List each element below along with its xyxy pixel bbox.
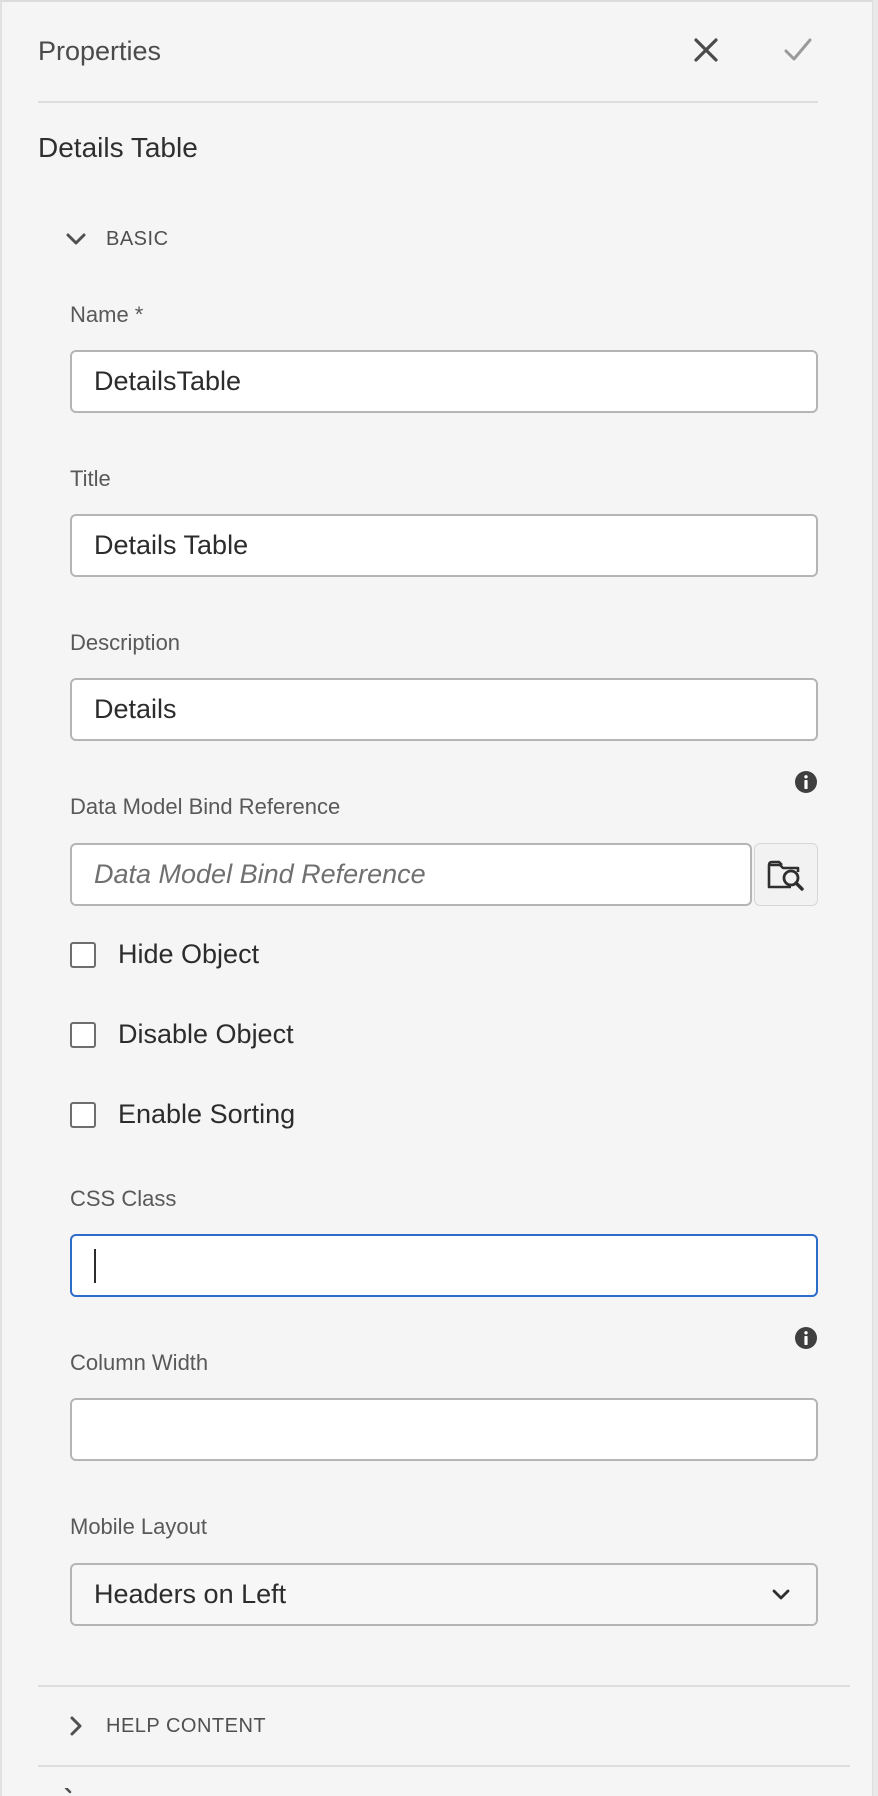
info-icon[interactable] [794,770,818,794]
basic-section-toggle[interactable]: BASIC [62,225,169,253]
name-label: Name * [70,302,144,327]
chevron-down-icon [772,1589,790,1599]
close-icon[interactable] [686,30,726,70]
description-input[interactable]: Details [70,678,818,741]
description-input-value: Details [94,694,177,724]
bind-reference-placeholder: Data Model Bind Reference [94,859,426,889]
properties-panel: Properties Details Table BASIC Name * De… [0,0,872,1796]
column-width-input[interactable] [70,1398,818,1461]
chevron-right-icon [64,1788,72,1794]
enable-sorting-checkbox[interactable]: Enable Sorting [70,1099,295,1130]
disable-object-checkbox[interactable]: Disable Object [70,1019,294,1050]
disable-object-box[interactable] [70,1021,96,1048]
mobile-layout-label: Mobile Layout [70,1514,207,1539]
header-divider [38,101,818,103]
basic-section-label: BASIC [106,227,169,250]
info-icon[interactable] [794,1326,818,1350]
panel-title: Properties [38,36,162,66]
column-width-label: Column Width [70,1350,209,1375]
chevron-down-icon [66,233,86,245]
name-input-value: DetailsTable [94,366,242,396]
title-input-value: Details Table [94,530,249,560]
browse-bind-reference-button[interactable] [754,843,818,906]
scrollbar[interactable] [872,0,878,1796]
enable-sorting-label: Enable Sorting [118,1099,296,1129]
section-divider [38,1685,850,1687]
bind-reference-input[interactable]: Data Model Bind Reference [70,843,752,906]
mobile-layout-select[interactable]: Headers on Left [70,1563,818,1626]
bind-reference-label: Data Model Bind Reference [70,794,341,819]
disable-object-label: Disable Object [118,1019,294,1049]
name-input[interactable]: DetailsTable [70,350,818,413]
title-input[interactable]: Details Table [70,514,818,577]
description-label: Description [70,630,181,655]
section-divider [38,1765,850,1767]
folder-search-icon [767,860,804,891]
text-caret [94,1248,96,1283]
title-label: Title [70,466,111,491]
checkmark-icon[interactable] [778,30,818,70]
hide-object-box[interactable] [70,941,96,968]
css-class-label: CSS Class [70,1186,177,1211]
hide-object-label: Hide Object [118,939,260,969]
help-content-section-label: HELP CONTENT [106,1714,267,1737]
help-content-section-toggle[interactable]: HELP CONTENT [62,1712,266,1740]
mobile-layout-selected: Headers on Left [94,1579,287,1609]
chevron-right-icon [70,1716,82,1736]
hide-object-checkbox[interactable]: Hide Object [70,939,259,970]
enable-sorting-box[interactable] [70,1101,96,1128]
component-title: Details Table [38,132,198,163]
css-class-input[interactable] [70,1234,818,1297]
